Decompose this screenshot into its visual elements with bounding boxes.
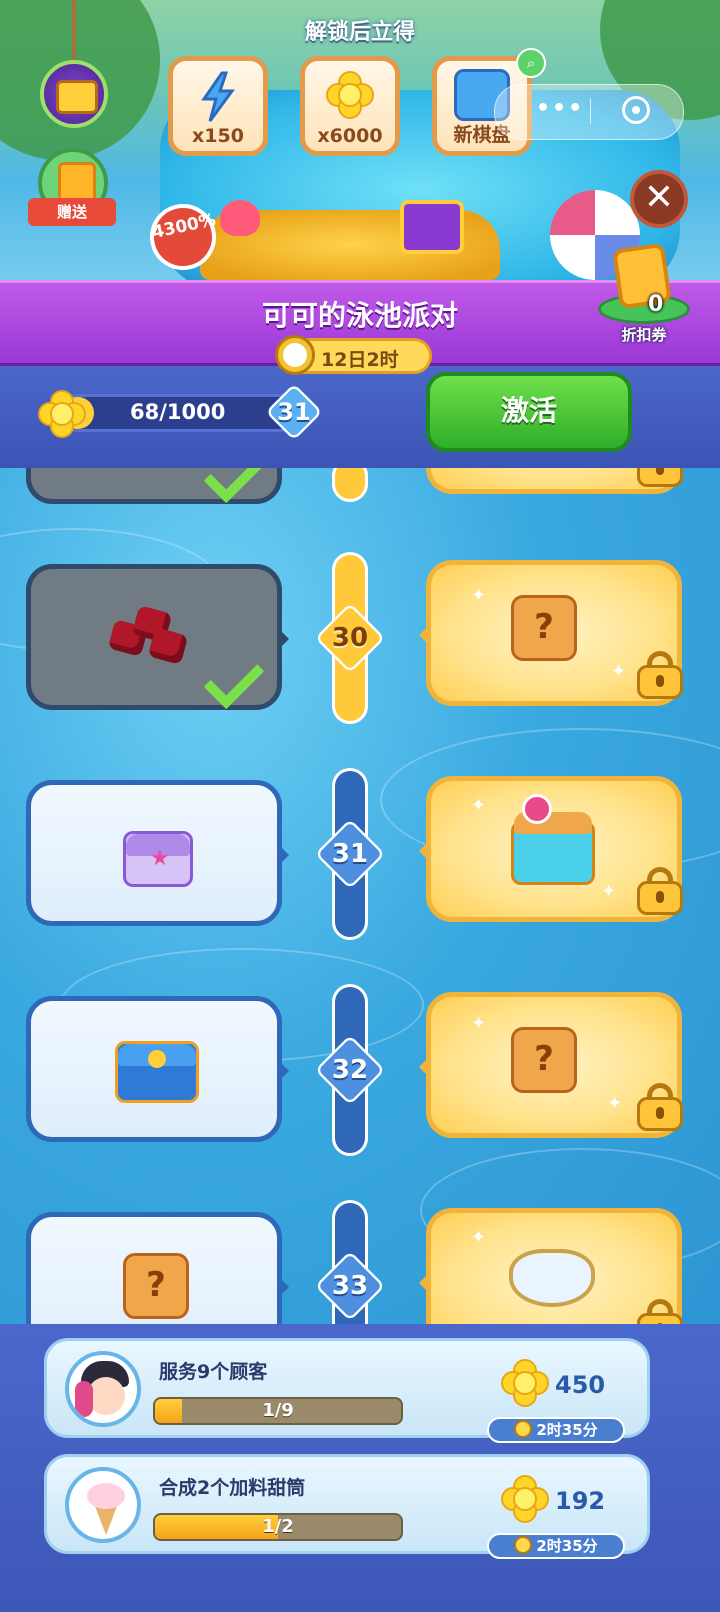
flower-coin-icon [326, 71, 374, 119]
energy-bolt-icon [201, 71, 235, 122]
clock-icon [275, 335, 315, 375]
level-number: 30 [331, 623, 369, 653]
coupon-count: 0 [648, 292, 664, 317]
mystery-box-icon: ? [123, 1253, 189, 1319]
task-progress-text: 1/2 [262, 1516, 294, 1537]
level-number: 33 [331, 1271, 369, 1301]
blue-chest-icon [115, 1041, 199, 1103]
close-mini-program-icon[interactable] [622, 96, 650, 124]
task-timer: 2时35分 [487, 1417, 625, 1443]
premium-reward-card[interactable]: ✦ ✦ [419, 776, 683, 922]
flower-coin-icon [38, 390, 86, 438]
reward-qty: x6000 [317, 125, 383, 147]
activate-button[interactable]: 激活 [426, 372, 632, 452]
magnifier-icon[interactable]: ⌕ [516, 48, 546, 78]
task-timer: 2时35分 [487, 1533, 625, 1559]
premium-reward-card[interactable]: ? ✦ ✦ [419, 992, 683, 1138]
level-number: 32 [331, 1055, 369, 1085]
claimed-check-icon [203, 648, 265, 710]
task-timer-text: 2时35分 [536, 1421, 598, 1439]
level-number: 31 [331, 839, 369, 869]
level-badge: 31 [314, 818, 386, 890]
task-name: 合成2个加料甜筒 [159, 1477, 306, 1499]
task-timer-text: 2时35分 [536, 1537, 598, 1555]
level-badge: 32 [314, 1034, 386, 1106]
close-button[interactable]: ✕ [630, 170, 688, 228]
mystery-box-icon: ? [511, 1027, 577, 1093]
reward-card-flowers[interactable]: x6000 [300, 56, 400, 156]
treasure-chest-icon [511, 794, 595, 885]
level-badge: 30 [314, 602, 386, 674]
reward-track[interactable]: 30 ? ✦ ✦ ★ 31 ✦ ✦ 32 ? ✦ ✦ ? 33 ✦ [0, 468, 720, 1326]
current-level: 31 [277, 398, 311, 426]
clock-icon [514, 1536, 533, 1554]
premium-reward-card[interactable]: ? ✦ ✦ [419, 560, 683, 706]
free-reward-card[interactable]: ★ [26, 780, 289, 926]
current-level-badge: 31 [265, 383, 323, 441]
flower-coin-icon [501, 1475, 549, 1523]
premium-reward-card[interactable] [426, 468, 683, 494]
free-reward-card[interactable] [26, 996, 289, 1142]
task-progress-bar: 1/2 [153, 1513, 403, 1541]
gift-box-icon [400, 200, 464, 254]
premium-reward-card[interactable]: ✦ [419, 1208, 683, 1326]
track-rail-segment [332, 468, 368, 502]
lock-icon [637, 1299, 683, 1326]
lock-icon [637, 1083, 683, 1131]
task-reward-value: 192 [555, 1487, 606, 1515]
character-avatar [65, 1351, 141, 1427]
claimed-check-icon [203, 468, 265, 504]
heart-icon [220, 200, 260, 236]
reward-card-energy[interactable]: x150 [168, 56, 268, 156]
task-progress-bar: 1/9 [153, 1397, 403, 1425]
gift-chest-button[interactable] [40, 60, 108, 128]
chest-icon [56, 80, 98, 114]
free-reward-card[interactable] [26, 468, 282, 504]
capsule-divider [590, 98, 591, 124]
task-progress-text: 1/9 [262, 1400, 294, 1421]
purple-chest-icon: ★ [123, 831, 193, 887]
task-card[interactable]: 服务9个顾客 1/9 450 2时35分 [44, 1338, 650, 1443]
flower-bowl-icon [509, 1249, 595, 1307]
discount-coupon-button[interactable]: 0 折扣券 [598, 242, 690, 344]
event-timer-text: 12日2时 [321, 349, 399, 371]
task-reward-value: 450 [555, 1371, 606, 1399]
points-progress-text: 68/1000 [130, 400, 226, 424]
free-reward-card[interactable] [26, 564, 289, 710]
level-badge: 33 [314, 1250, 386, 1322]
ruby-gem-icon [147, 627, 189, 665]
unlock-rewards-title: 解锁后立得 [304, 20, 415, 45]
free-reward-card[interactable]: ? [26, 1212, 289, 1326]
clock-icon [514, 1420, 533, 1438]
mini-program-capsule [494, 84, 684, 140]
more-menu-icon[interactable]: ••• [536, 96, 584, 121]
ice-cream-avatar [65, 1467, 141, 1543]
coupon-label: 折扣券 [621, 326, 667, 344]
task-card[interactable]: 合成2个加料甜筒 1/2 192 2时35分 [44, 1454, 650, 1559]
task-name: 服务9个顾客 [159, 1361, 268, 1383]
lock-icon [637, 651, 683, 699]
flower-coin-icon [501, 1359, 549, 1407]
gift-label: 赠送 [28, 198, 116, 226]
event-timer: 12日2时 [275, 335, 432, 375]
mystery-box-icon: ? [511, 595, 577, 661]
lock-icon [637, 468, 683, 487]
lock-icon [637, 867, 683, 915]
reward-qty: x150 [192, 125, 244, 147]
task-panel: 服务9个顾客 1/9 450 2时35分 合成2个加料甜筒 1/2 192 2时… [0, 1324, 720, 1612]
